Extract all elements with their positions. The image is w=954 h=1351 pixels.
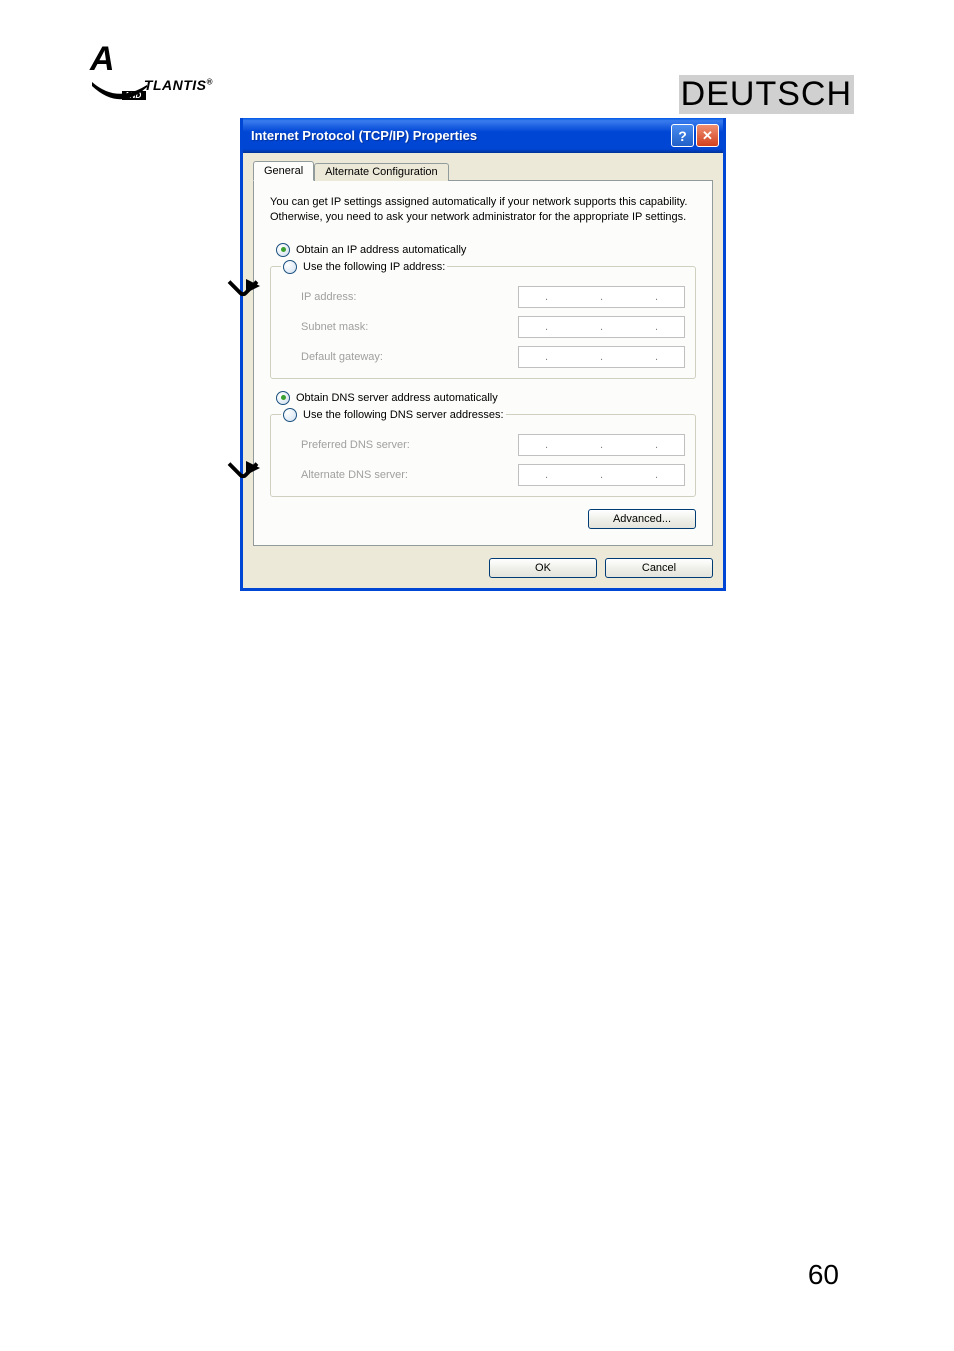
cancel-button[interactable]: Cancel — [605, 558, 713, 578]
registered-mark: ® — [207, 77, 213, 86]
help-button[interactable]: ? — [671, 124, 694, 147]
tcpip-properties-dialog: Internet Protocol (TCP/IP) Properties ? … — [240, 118, 726, 591]
annotation-arrow-icon — [246, 461, 260, 475]
use-following-ip-option[interactable]: Use the following IP address: — [283, 260, 445, 274]
dns-fieldset: Use the following DNS server addresses: … — [270, 408, 696, 497]
document-header: A TLANTIS® AND DEUTSCH — [0, 0, 954, 115]
obtain-ip-auto-option[interactable]: Obtain an IP address automatically — [276, 243, 696, 257]
preferred-dns-label: Preferred DNS server: — [301, 439, 410, 451]
radio-label: Use the following IP address: — [303, 261, 445, 273]
subnet-mask-input[interactable]: ... — [518, 316, 685, 338]
dialog-title: Internet Protocol (TCP/IP) Properties — [251, 128, 477, 143]
advanced-button[interactable]: Advanced... — [588, 509, 696, 529]
page-number: 60 — [808, 1259, 839, 1291]
brand-logo: A TLANTIS® AND — [110, 60, 212, 100]
alternate-dns-input[interactable]: ... — [518, 464, 685, 486]
tab-strip: General Alternate Configuration — [253, 161, 713, 181]
alternate-dns-label: Alternate DNS server: — [301, 469, 408, 481]
annotation-arrow-icon — [246, 279, 260, 293]
ip-address-fieldset: Use the following IP address: IP address… — [270, 260, 696, 379]
ok-button[interactable]: OK — [489, 558, 597, 578]
dialog-titlebar: Internet Protocol (TCP/IP) Properties ? … — [243, 118, 723, 153]
tab-general[interactable]: General — [253, 161, 314, 181]
ip-address-label: IP address: — [301, 291, 356, 303]
logo-letter: A — [90, 40, 115, 79]
radio-icon — [276, 391, 290, 405]
close-icon: ✕ — [702, 128, 713, 144]
radio-icon — [276, 243, 290, 257]
radio-icon — [283, 260, 297, 274]
language-heading: DEUTSCH — [679, 75, 854, 114]
radio-icon — [283, 408, 297, 422]
preferred-dns-input[interactable]: ... — [518, 434, 685, 456]
help-icon: ? — [678, 128, 687, 144]
obtain-dns-auto-option[interactable]: Obtain DNS server address automatically — [276, 391, 696, 405]
default-gateway-input[interactable]: ... — [518, 346, 685, 368]
radio-label: Obtain an IP address automatically — [296, 244, 466, 256]
radio-label: Obtain DNS server address automatically — [296, 392, 498, 404]
tab-alternate[interactable]: Alternate Configuration — [314, 163, 449, 181]
default-gateway-label: Default gateway: — [301, 351, 383, 363]
use-following-dns-option[interactable]: Use the following DNS server addresses: — [283, 408, 504, 422]
close-button[interactable]: ✕ — [696, 124, 719, 147]
radio-label: Use the following DNS server addresses: — [303, 409, 504, 421]
ip-address-input[interactable]: ... — [518, 286, 685, 308]
description-text: You can get IP settings assigned automat… — [270, 195, 696, 225]
general-tab-panel: You can get IP settings assigned automat… — [253, 180, 713, 546]
logo-swoosh-icon — [92, 82, 162, 112]
subnet-mask-label: Subnet mask: — [301, 321, 368, 333]
